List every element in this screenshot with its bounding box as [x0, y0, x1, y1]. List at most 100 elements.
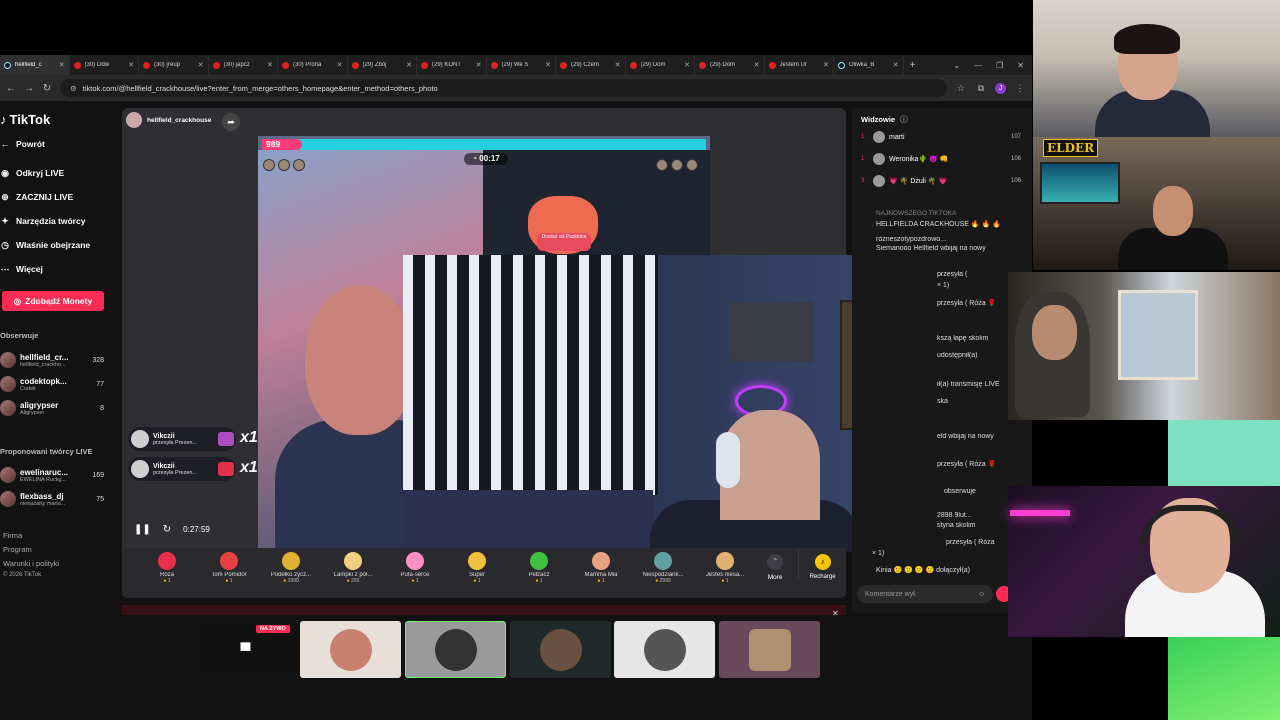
emoji-icon[interactable]: ☺ [978, 591, 985, 598]
browser-tab[interactable]: (29) Dom ✕ [695, 55, 765, 75]
supporter-avatar[interactable] [263, 159, 275, 171]
refresh-icon[interactable]: ↻ [163, 524, 171, 535]
supporter-avatar[interactable] [278, 159, 290, 171]
close-icon[interactable]: ✕ [832, 609, 839, 618]
account-avatar[interactable] [0, 400, 16, 416]
tile-live-3[interactable] [510, 621, 611, 678]
gift-user[interactable]: Vikczii [153, 463, 218, 470]
bookmark-star-icon[interactable]: ☆ [955, 83, 967, 94]
tab-close-icon[interactable]: ✕ [754, 61, 760, 69]
gift-item[interactable]: Pudełko życz... ● 1999 [260, 548, 322, 598]
viewer-avatar[interactable] [873, 153, 885, 165]
account-item[interactable]: flexbass_dj nienażarty mariu... 75 [0, 488, 104, 510]
gift-item[interactable]: Mamma Mia ● 1 [570, 548, 632, 598]
gift-item[interactable]: Super ● 1 [446, 548, 508, 598]
info-icon[interactable]: ⓘ [900, 114, 908, 125]
tab-close-icon[interactable]: ✕ [59, 61, 65, 69]
browser-tab[interactable]: (30) japcz ✕ [209, 55, 278, 75]
browser-tab[interactable]: (29) Czem ✕ [556, 55, 626, 75]
user-avatar[interactable] [131, 430, 149, 448]
sidebar-item-0[interactable]: ← Powrót [0, 139, 45, 149]
reload-icon[interactable]: ↻ [42, 83, 52, 94]
profile-avatar[interactable]: J [995, 82, 1006, 94]
tiktok-logo[interactable]: ♪ TikTok [0, 112, 50, 127]
browser-tab[interactable]: (29) KONT ✕ [417, 55, 487, 75]
account-avatar[interactable] [0, 467, 16, 483]
host-avatar[interactable] [126, 112, 142, 128]
viewer-avatar[interactable] [873, 131, 885, 143]
account-name[interactable]: ewelinaruc... [20, 468, 90, 477]
account-item[interactable]: ewelinaruc... EWELINA Ruckg... 169 [0, 464, 104, 486]
sidebar-item-3[interactable]: ✦ Narzędzia twórcy [0, 216, 85, 226]
pause-icon[interactable]: ❚❚ [134, 524, 151, 535]
supporter-avatar[interactable] [686, 159, 698, 171]
account-avatar[interactable] [0, 491, 16, 507]
account-name[interactable]: codektopk... [20, 377, 90, 386]
close-window-icon[interactable]: ✕ [1017, 61, 1024, 70]
footer-link[interactable]: Firma [3, 531, 22, 540]
gift-item[interactable]: Jesteś niesa... ● 1 [694, 548, 756, 598]
tab-close-icon[interactable]: ✕ [128, 61, 134, 69]
sidebar-item-1[interactable]: ◉ Odkryj LIVE [0, 168, 64, 178]
browser-tab[interactable]: (30) Prona ✕ [278, 55, 348, 75]
account-name[interactable]: aligrypser [20, 401, 90, 410]
site-info-icon[interactable]: ⚙ [70, 84, 77, 93]
account-item[interactable]: hellfield_cr... hellfield_crackho... 328 [0, 349, 104, 371]
sidebar-item-2[interactable]: ⊕ ZACZNIJ LIVE [0, 192, 73, 202]
share-icon[interactable]: ➦ [222, 113, 240, 131]
more-gifts-button[interactable]: ⌃ More [756, 548, 794, 581]
viewer-row[interactable]: 1 Weronika🌵 😈 👊 106 [861, 152, 1021, 166]
gift-item[interactable]: Róża ● 1 [136, 548, 198, 598]
tab-close-icon[interactable]: ✕ [615, 61, 621, 69]
browser-tab[interactable]: (30) [reup ✕ [139, 55, 209, 75]
tab-close-icon[interactable]: ✕ [545, 61, 551, 69]
gift-item[interactable]: Niespodziank... ● 2999 [632, 548, 694, 598]
account-item[interactable]: codektopk... Codek 77 [0, 373, 104, 395]
tab-search-icon[interactable]: ⌄ [953, 61, 960, 70]
host-header[interactable]: hellfield_crackhouse [126, 112, 211, 128]
extensions-icon[interactable]: ⧉ [975, 83, 987, 94]
menu-kebab-icon[interactable]: ⋮ [1014, 83, 1026, 94]
gift-item[interactable]: Pufa-serce ● 1 [384, 548, 446, 598]
forward-icon[interactable]: → [24, 83, 34, 94]
browser-tab[interactable]: (29) We S ✕ [487, 55, 556, 75]
browser-tab[interactable]: (29) Dom ✕ [626, 55, 695, 75]
browser-tab[interactable]: Oliwka_B ✕ [834, 55, 904, 75]
browser-tab[interactable]: Jestem Ur ✕ [765, 55, 834, 75]
tab-close-icon[interactable]: ✕ [337, 61, 343, 69]
comment-input[interactable]: Komentarze wył. ☺ [857, 585, 993, 603]
sidebar-item-5[interactable]: ⋯ Więcej [0, 264, 43, 274]
tab-close-icon[interactable]: ✕ [406, 61, 412, 69]
maximize-icon[interactable]: ❐ [996, 61, 1003, 70]
browser-tab[interactable]: (29) Zbój ✕ [348, 55, 417, 75]
tab-close-icon[interactable]: ✕ [476, 61, 482, 69]
footer-link[interactable]: Program [3, 545, 32, 554]
browser-tab[interactable]: (30) Odw ✕ [70, 55, 139, 75]
account-name[interactable]: flexbass_dj [20, 492, 90, 501]
gift-item[interactable]: Pełzacz ● 1 [508, 548, 570, 598]
footer-link[interactable]: Warunki i polityki [3, 559, 59, 568]
new-tab-button[interactable]: + [904, 60, 922, 71]
viewer-row[interactable]: 1 marti 107 [861, 130, 1021, 144]
tile-live-1[interactable] [300, 621, 401, 678]
account-avatar[interactable] [0, 376, 16, 392]
minimize-icon[interactable]: — [974, 61, 982, 70]
supporter-avatar[interactable] [293, 159, 305, 171]
tab-close-icon[interactable]: ✕ [267, 61, 273, 69]
gift-item[interactable]: Tom Pomidor ● 1 [198, 548, 260, 598]
gift-user[interactable]: Vikczii [153, 433, 218, 440]
recharge-button[interactable]: ♪ Recharge [798, 548, 846, 580]
tab-close-icon[interactable]: ✕ [684, 61, 690, 69]
get-coins-button[interactable]: ◎ Zdobądź Monety [2, 291, 104, 311]
supporter-avatar[interactable] [671, 159, 683, 171]
tile-live-2[interactable] [405, 621, 506, 678]
supporter-avatar[interactable] [656, 159, 668, 171]
tab-close-icon[interactable]: ✕ [198, 61, 204, 69]
gift-item[interactable]: Lampki z pół... ● 299 [322, 548, 384, 598]
tab-close-icon[interactable]: ✕ [823, 61, 829, 69]
viewer-avatar[interactable] [873, 175, 885, 187]
user-avatar[interactable] [131, 460, 149, 478]
account-name[interactable]: hellfield_cr... [20, 353, 90, 362]
url-field[interactable]: ⚙ tiktok.com/@hellfield_crackhouse/live?e… [60, 79, 947, 97]
host-name[interactable]: hellfield_crackhouse [147, 117, 211, 124]
